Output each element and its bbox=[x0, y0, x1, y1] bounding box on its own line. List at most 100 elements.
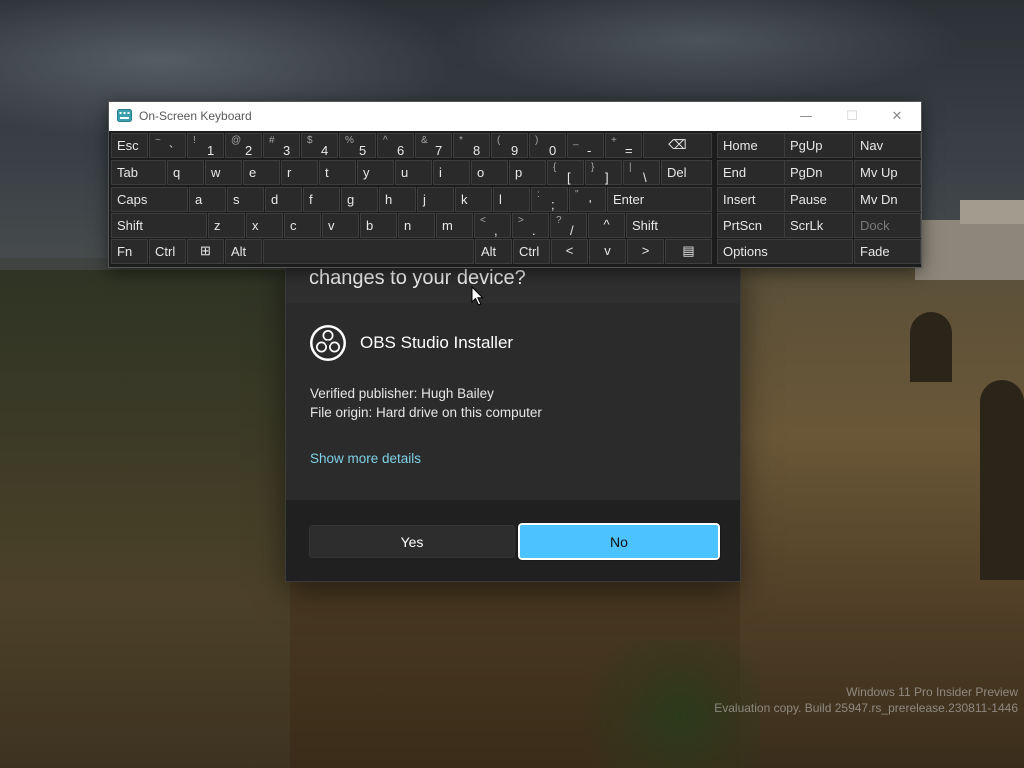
key-a[interactable]: a bbox=[189, 187, 226, 212]
key-u[interactable]: u bbox=[395, 160, 432, 185]
key-fn[interactable]: Fn bbox=[111, 239, 148, 264]
key-d[interactable]: d bbox=[265, 187, 302, 212]
key-shift-label: ) bbox=[535, 135, 539, 146]
key-6[interactable]: ^ 6 bbox=[377, 133, 414, 158]
key-p[interactable]: p bbox=[509, 160, 546, 185]
key-shift[interactable]: Shift bbox=[626, 213, 712, 238]
key-right-bracket[interactable]: }] bbox=[585, 160, 622, 185]
key-ctrl[interactable]: Ctrl bbox=[149, 239, 186, 264]
key-s[interactable]: s bbox=[227, 187, 264, 212]
key-r[interactable]: r bbox=[281, 160, 318, 185]
key-comma[interactable]: <, bbox=[474, 213, 511, 238]
key-1[interactable]: ! 1 bbox=[187, 133, 224, 158]
key-main-label: 7 bbox=[435, 143, 443, 158]
key-menu-key[interactable]: ▤ bbox=[665, 239, 712, 264]
key-tab[interactable]: Tab bbox=[111, 160, 166, 185]
key-g[interactable]: g bbox=[341, 187, 378, 212]
key-alt[interactable]: Alt bbox=[225, 239, 262, 264]
maximize-button[interactable]: ☐ bbox=[835, 106, 869, 126]
key-end[interactable]: End bbox=[717, 160, 786, 185]
key-label: o bbox=[477, 165, 485, 180]
key-pgup[interactable]: PgUp bbox=[784, 133, 853, 158]
key-z[interactable]: z bbox=[208, 213, 245, 238]
key-caps[interactable]: Caps bbox=[111, 187, 188, 212]
key-label: l bbox=[499, 192, 502, 207]
windows-watermark: Windows 11 Pro Insider Preview Evaluatio… bbox=[714, 684, 1018, 716]
key-enter[interactable]: Enter bbox=[607, 187, 712, 212]
minimize-button[interactable]: — bbox=[789, 106, 823, 126]
key-q[interactable]: q bbox=[167, 160, 204, 185]
yes-button[interactable]: Yes bbox=[309, 525, 515, 558]
key-shift-label: > bbox=[518, 215, 524, 226]
key-del[interactable]: Del bbox=[661, 160, 712, 185]
key-k[interactable]: k bbox=[455, 187, 492, 212]
key-main-label: ] bbox=[605, 170, 609, 185]
no-button[interactable]: No bbox=[517, 522, 721, 561]
key-t[interactable]: t bbox=[319, 160, 356, 185]
key-f[interactable]: f bbox=[303, 187, 340, 212]
key-y[interactable]: y bbox=[357, 160, 394, 185]
key-arrow-down[interactable]: v bbox=[589, 239, 626, 264]
key-period[interactable]: >. bbox=[512, 213, 549, 238]
key-l[interactable]: l bbox=[493, 187, 530, 212]
key-mv-up[interactable]: Mv Up bbox=[854, 160, 921, 185]
key-label: Del bbox=[667, 165, 687, 180]
key-fade[interactable]: Fade bbox=[854, 239, 921, 264]
key-scrlk[interactable]: ScrLk bbox=[784, 213, 853, 238]
osk-titlebar[interactable]: On-Screen Keyboard — ☐ ✕ bbox=[109, 102, 921, 131]
key-h[interactable]: h bbox=[379, 187, 416, 212]
key-label: Caps bbox=[117, 192, 148, 207]
key-x[interactable]: x bbox=[246, 213, 283, 238]
key-shift[interactable]: Shift bbox=[111, 213, 207, 238]
key-semicolon[interactable]: :; bbox=[531, 187, 568, 212]
key-windows-logo[interactable]: ⊞ bbox=[187, 239, 224, 264]
key-slash[interactable]: ? / bbox=[550, 213, 587, 238]
key-w[interactable]: w bbox=[205, 160, 242, 185]
show-details-link[interactable]: Show more details bbox=[310, 451, 421, 466]
key-nav[interactable]: Nav bbox=[854, 133, 921, 158]
key-0[interactable]: ) 0 bbox=[529, 133, 566, 158]
key-m[interactable]: m bbox=[436, 213, 473, 238]
key-n[interactable]: n bbox=[398, 213, 435, 238]
key-alt[interactable]: Alt bbox=[475, 239, 512, 264]
key-ctrl[interactable]: Ctrl bbox=[513, 239, 550, 264]
key-insert[interactable]: Insert bbox=[717, 187, 786, 212]
key-arrow-up[interactable]: ^ bbox=[588, 213, 625, 238]
key-j[interactable]: j bbox=[417, 187, 454, 212]
key-quote[interactable]: " ' bbox=[569, 187, 606, 212]
key-2[interactable]: @2 bbox=[225, 133, 262, 158]
key-8[interactable]: * 8 bbox=[453, 133, 490, 158]
key-backtick[interactable]: ~ ` bbox=[149, 133, 186, 158]
key-e[interactable]: e bbox=[243, 160, 280, 185]
key-label: c bbox=[290, 218, 297, 233]
key-i[interactable]: i bbox=[433, 160, 470, 185]
key-arrow-left[interactable]: < bbox=[551, 239, 588, 264]
key-esc[interactable]: Esc bbox=[111, 133, 148, 158]
key-home[interactable]: Home bbox=[717, 133, 786, 158]
key-backslash[interactable]: | \ bbox=[623, 160, 660, 185]
key-spacebar[interactable] bbox=[263, 239, 474, 264]
close-button[interactable]: ✕ bbox=[880, 106, 914, 126]
key-c[interactable]: c bbox=[284, 213, 321, 238]
key-3[interactable]: #3 bbox=[263, 133, 300, 158]
key-options[interactable]: Options bbox=[717, 239, 853, 264]
key-mv-dn[interactable]: Mv Dn bbox=[854, 187, 921, 212]
key-pgdn[interactable]: PgDn bbox=[784, 160, 853, 185]
key-7[interactable]: & 7 bbox=[415, 133, 452, 158]
key-equals[interactable]: + = bbox=[605, 133, 642, 158]
key-shift-label: % bbox=[345, 135, 354, 146]
key-left-bracket[interactable]: {[ bbox=[547, 160, 584, 185]
key-label: Nav bbox=[860, 138, 884, 153]
key-5[interactable]: % 5 bbox=[339, 133, 376, 158]
key-pause[interactable]: Pause bbox=[784, 187, 853, 212]
key-b[interactable]: b bbox=[360, 213, 397, 238]
key-v[interactable]: v bbox=[322, 213, 359, 238]
key-4[interactable]: $4 bbox=[301, 133, 338, 158]
key-backspace[interactable]: ⌫ bbox=[643, 133, 712, 158]
key-arrow-right[interactable]: > bbox=[627, 239, 664, 264]
key-minus[interactable]: _ - bbox=[567, 133, 604, 158]
key-prtscn[interactable]: PrtScn bbox=[717, 213, 786, 238]
key-9[interactable]: (9 bbox=[491, 133, 528, 158]
key-o[interactable]: o bbox=[471, 160, 508, 185]
key-main-label: 0 bbox=[549, 143, 557, 158]
